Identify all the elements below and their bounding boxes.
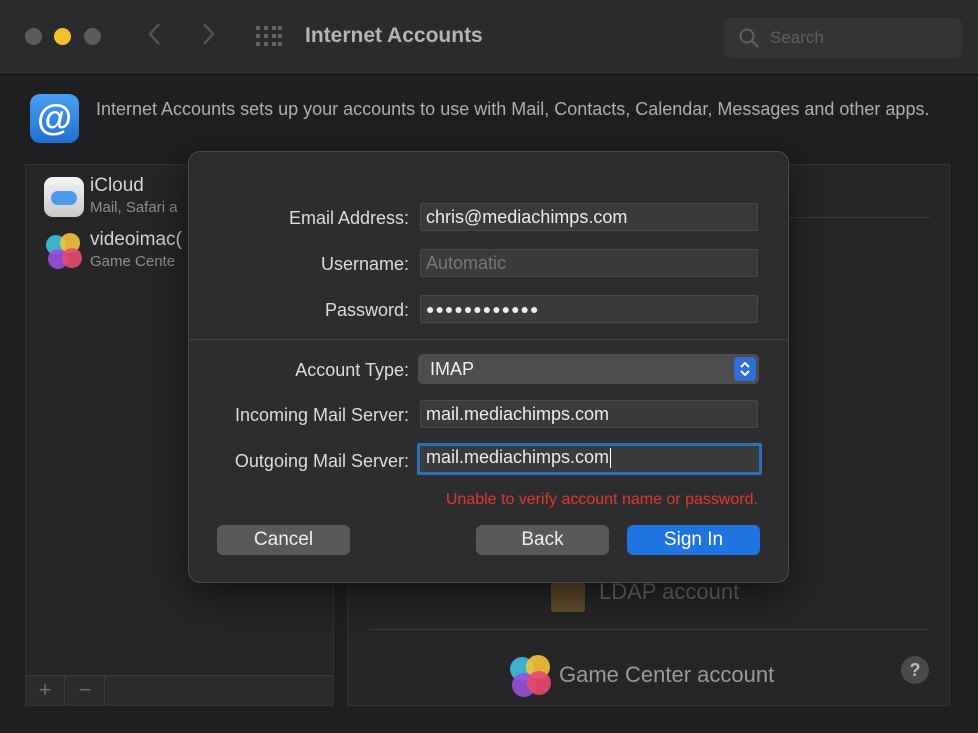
- outgoing-server-field[interactable]: mail.mediachimps.com: [417, 443, 762, 475]
- ldap-icon: [551, 578, 585, 612]
- back-button[interactable]: Back: [476, 525, 609, 555]
- password-field[interactable]: ●●●●●●●●●●●●: [420, 295, 758, 323]
- account-subtitle: Mail, Safari a: [90, 199, 178, 216]
- remove-account-button[interactable]: −: [66, 676, 105, 705]
- email-label: Email Address:: [288, 208, 409, 228]
- sidebar-toolbar: + −: [26, 675, 333, 705]
- account-type-label: Account Type:: [295, 360, 409, 380]
- username-label: Username:: [320, 254, 409, 274]
- search-field[interactable]: Search: [724, 18, 962, 58]
- game-center-icon: [44, 231, 84, 271]
- dialog-divider: [189, 339, 788, 340]
- error-message: Unable to verify account name or passwor…: [445, 491, 758, 508]
- zoom-window-button[interactable]: [84, 28, 101, 45]
- back-arrow-icon[interactable]: [144, 22, 164, 52]
- divider: [370, 629, 930, 630]
- help-button[interactable]: ?: [901, 656, 929, 684]
- incoming-server-label: Incoming Mail Server:: [234, 405, 409, 425]
- account-type-value: IMAP: [430, 359, 475, 379]
- outgoing-server-label: Outgoing Mail Server:: [234, 451, 409, 471]
- sign-in-button[interactable]: Sign In: [627, 525, 760, 555]
- search-icon: [738, 27, 760, 49]
- account-type-select[interactable]: IMAP: [418, 354, 759, 384]
- email-field[interactable]: chris@mediachimps.com: [420, 203, 758, 231]
- username-field[interactable]: Automatic: [420, 249, 758, 277]
- game-center-icon: [508, 653, 552, 697]
- outgoing-server-value: mail.mediachimps.com: [426, 447, 610, 467]
- account-name: videoimac(: [90, 229, 182, 250]
- forward-arrow-icon[interactable]: [199, 22, 219, 52]
- cancel-button[interactable]: Cancel: [217, 525, 350, 555]
- title-bar: Internet Accounts Search: [0, 0, 978, 75]
- add-account-button[interactable]: +: [26, 676, 65, 705]
- account-name: iCloud: [90, 175, 144, 196]
- header-description: Internet Accounts sets up your accounts …: [96, 99, 930, 119]
- add-account-dialog: Email Address: chris@mediachimps.com Use…: [188, 151, 789, 583]
- game-center-account-item[interactable]: Game Center account: [559, 662, 774, 688]
- account-subtitle: Game Cente: [90, 253, 176, 270]
- text-cursor: [610, 448, 612, 469]
- password-label: Password:: [324, 300, 409, 320]
- show-all-grid-icon[interactable]: [256, 26, 282, 48]
- window-title: Internet Accounts: [305, 24, 483, 47]
- internet-accounts-window: Internet Accounts Search @ Internet Acco…: [0, 0, 978, 733]
- search-placeholder: Search: [770, 28, 824, 47]
- chevron-up-down-icon: [734, 357, 756, 381]
- minimize-window-button[interactable]: [54, 28, 71, 45]
- close-window-button[interactable]: [25, 28, 42, 45]
- icloud-icon: [44, 177, 84, 217]
- internet-accounts-at-icon: @: [30, 94, 79, 143]
- incoming-server-field[interactable]: mail.mediachimps.com: [420, 400, 758, 428]
